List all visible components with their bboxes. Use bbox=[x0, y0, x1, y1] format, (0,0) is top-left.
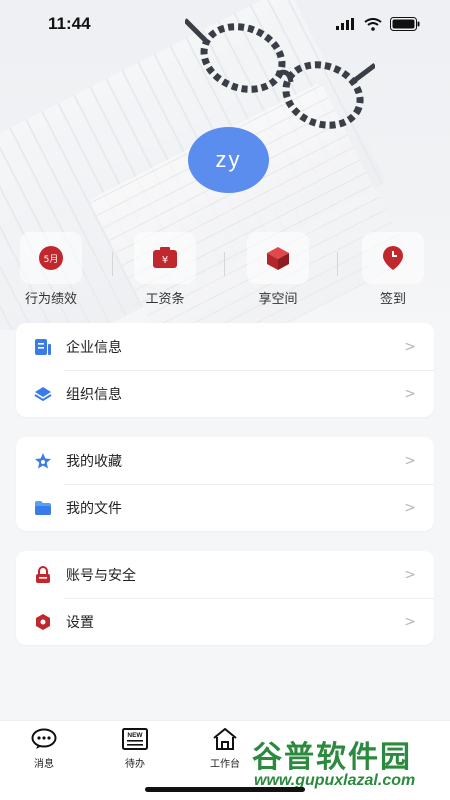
home-indicator bbox=[145, 787, 305, 792]
menu-item-label: 我的收藏 bbox=[66, 453, 122, 470]
status-bar: 11:44 bbox=[0, 0, 450, 48]
menu-item-org-info[interactable]: 组织信息 > bbox=[16, 370, 434, 417]
divider bbox=[337, 252, 338, 276]
avatar[interactable]: zy bbox=[188, 127, 269, 193]
svg-text:¥: ¥ bbox=[162, 255, 168, 266]
menu-item-label: 组织信息 bbox=[66, 386, 122, 403]
quick-action-label: 工资条 bbox=[145, 292, 185, 307]
menu-item-label: 企业信息 bbox=[66, 339, 122, 356]
salary-box-icon: ¥ bbox=[153, 247, 177, 268]
chevron-right-icon: > bbox=[404, 338, 416, 355]
divider bbox=[112, 252, 113, 276]
card-personal: 我的收藏 > 我的文件 > bbox=[16, 437, 434, 531]
status-time: 11:44 bbox=[48, 14, 91, 33]
quick-action-space[interactable]: 享空间 bbox=[233, 232, 323, 307]
watermark-logo: 谷普软件园 www.gupuxlazal.com bbox=[246, 730, 446, 794]
quick-action-label: 签到 bbox=[379, 292, 406, 307]
menu-item-label: 我的文件 bbox=[66, 500, 122, 517]
cube-icon bbox=[267, 247, 289, 270]
folder-icon bbox=[35, 500, 51, 515]
quick-actions: 5月 行为绩效 ¥ 工资条 享空间 签到 bbox=[0, 232, 450, 312]
tab-messages[interactable]: 消息 bbox=[9, 727, 79, 770]
menu-item-favorites[interactable]: 我的收藏 > bbox=[16, 437, 434, 484]
chevron-right-icon: > bbox=[404, 385, 416, 402]
news-icon: NEW bbox=[122, 728, 148, 750]
chevron-right-icon: > bbox=[404, 613, 416, 630]
home-icon bbox=[213, 728, 237, 750]
status-icons bbox=[336, 17, 420, 31]
svg-text:NEW: NEW bbox=[127, 732, 143, 739]
watermark-title: 谷普软件园 bbox=[252, 740, 412, 775]
svg-text:5月: 5月 bbox=[44, 254, 59, 265]
star-icon bbox=[35, 452, 51, 468]
card-organization: 企业信息 > 组织信息 > bbox=[16, 323, 434, 417]
quick-action-checkin[interactable]: 签到 bbox=[348, 232, 438, 307]
layers-icon bbox=[34, 386, 52, 401]
location-clock-icon bbox=[383, 246, 403, 270]
chevron-right-icon: > bbox=[404, 566, 416, 583]
menu-item-label: 账号与安全 bbox=[66, 567, 136, 584]
quick-action-salary[interactable]: ¥ 工资条 bbox=[120, 232, 210, 307]
card-account: 账号与安全 > 设置 > bbox=[16, 551, 434, 645]
chevron-right-icon: > bbox=[404, 452, 416, 469]
chevron-right-icon: > bbox=[404, 499, 416, 516]
menu-item-my-files[interactable]: 我的文件 > bbox=[16, 484, 434, 531]
tab-todo[interactable]: NEW 待办 bbox=[100, 727, 170, 770]
wifi-icon bbox=[364, 17, 382, 31]
signal-icon bbox=[336, 18, 354, 30]
calendar-month-icon: 5月 bbox=[39, 246, 63, 270]
quick-action-label: 享空间 bbox=[258, 292, 298, 307]
gear-icon bbox=[36, 613, 50, 630]
tab-label: 待办 bbox=[125, 759, 145, 770]
tab-label: 消息 bbox=[34, 759, 54, 770]
menu-item-settings[interactable]: 设置 > bbox=[16, 598, 434, 645]
quick-action-label: 行为绩效 bbox=[24, 292, 77, 307]
menu-item-enterprise-info[interactable]: 企业信息 > bbox=[16, 323, 434, 370]
battery-icon bbox=[390, 17, 420, 31]
menu-item-account-security[interactable]: 账号与安全 > bbox=[16, 551, 434, 598]
lock-icon bbox=[36, 565, 50, 583]
chat-bubble-icon bbox=[31, 728, 57, 749]
quick-action-performance[interactable]: 5月 行为绩效 bbox=[6, 232, 96, 307]
menu-item-label: 设置 bbox=[66, 614, 94, 631]
divider bbox=[224, 252, 225, 276]
enterprise-doc-icon bbox=[35, 338, 51, 355]
